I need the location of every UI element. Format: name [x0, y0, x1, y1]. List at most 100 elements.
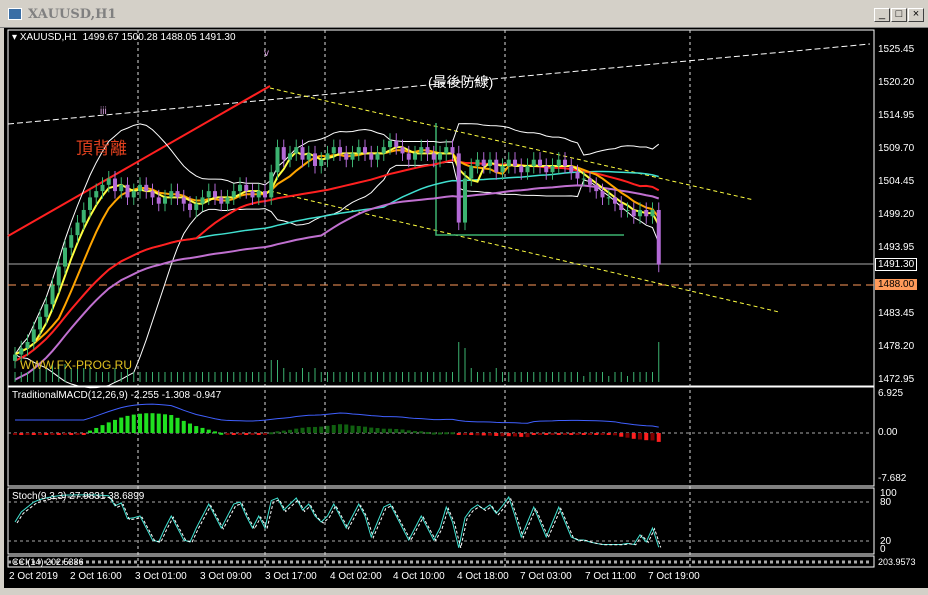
candle-body	[225, 197, 230, 204]
macd-bar	[338, 424, 342, 433]
candle-body	[119, 184, 124, 192]
macd-bar	[19, 433, 24, 435]
candle-body	[56, 266, 61, 286]
candle-body	[513, 159, 517, 166]
macd-axis-top: 6.925	[878, 388, 904, 399]
macd-bar	[56, 433, 61, 435]
candle-body	[88, 197, 92, 210]
candle-body	[19, 348, 24, 355]
macd-bar	[244, 433, 249, 435]
candle-body	[31, 329, 36, 342]
macd-bar	[225, 433, 230, 435]
candle-body	[494, 159, 499, 173]
macd-bar	[169, 415, 174, 433]
candle-body	[550, 165, 555, 173]
candle-body	[175, 191, 180, 198]
macd-bar	[75, 433, 80, 435]
macd-line	[15, 403, 659, 428]
minimize-button[interactable]: _	[874, 8, 890, 22]
cci-label: CCI(14) 202.5336	[12, 557, 84, 567]
macd-bar	[256, 433, 261, 435]
candle-body	[69, 235, 74, 248]
macd-bar	[381, 428, 386, 433]
macd-bar	[619, 433, 624, 437]
candle-body	[569, 165, 574, 173]
macd-bar	[538, 433, 542, 435]
candle-body	[431, 153, 436, 160]
chart-canvas[interactable]	[4, 28, 928, 590]
macd-bar	[150, 413, 155, 433]
maximize-button[interactable]: □	[891, 8, 907, 22]
wave-v-label: v	[264, 48, 269, 59]
cci-axis-value: 203.9573	[878, 557, 916, 567]
macd-bar	[369, 427, 374, 433]
candle-body	[381, 147, 386, 154]
candle-body	[419, 147, 424, 154]
pane-frame	[7, 386, 875, 487]
macd-bar	[319, 426, 324, 433]
candle-body	[588, 178, 592, 185]
candle-body	[138, 184, 142, 192]
candle-body	[531, 159, 536, 166]
candle-body	[525, 165, 530, 173]
macd-bar	[331, 425, 336, 433]
macd-bar	[125, 415, 130, 433]
macd-bar	[144, 413, 149, 433]
time-axis-label: 3 Oct 17:00	[265, 571, 317, 582]
candle-body	[363, 147, 367, 154]
candle-body	[131, 191, 136, 198]
macd-bar	[188, 423, 192, 433]
candle-body	[300, 147, 305, 160]
candle-body	[413, 153, 417, 160]
candle-body	[463, 178, 467, 223]
candle-body	[63, 247, 67, 267]
macd-bar	[156, 413, 161, 433]
macd-bar	[31, 433, 36, 435]
macd-bar	[200, 427, 205, 433]
macd-bar	[481, 433, 486, 436]
candle-body	[25, 341, 30, 349]
candle-body	[194, 203, 199, 210]
price-axis-label: 1493.95	[878, 242, 915, 253]
window-title: XAUUSD,H1	[28, 7, 117, 22]
macd-bar	[544, 433, 549, 435]
candle-body	[44, 304, 49, 317]
macd-bar	[513, 433, 517, 437]
bollinger-lower	[14, 161, 660, 389]
candle-body	[50, 285, 55, 305]
chart-window-icon	[8, 8, 22, 20]
macd-bar	[38, 433, 42, 435]
candle-body	[356, 147, 361, 154]
macd-bar	[400, 429, 405, 433]
candle-body	[375, 153, 380, 160]
candle-body	[200, 197, 205, 204]
price-axis-label: 1509.70	[878, 143, 915, 154]
macd-bar	[531, 433, 536, 436]
candle-body	[475, 159, 480, 166]
candle-body	[656, 209, 661, 265]
macd-bar	[313, 426, 317, 433]
candle-body	[425, 147, 430, 154]
macd-bar	[181, 420, 186, 433]
macd-bar	[63, 433, 67, 435]
time-axis-label: 3 Oct 01:00	[135, 571, 187, 582]
candle-body	[606, 197, 611, 199]
stoch-axis-0: 0	[880, 544, 886, 555]
candle-body	[169, 191, 174, 198]
current-price-label: 1491.30	[875, 258, 918, 271]
macd-bar	[238, 433, 242, 435]
chart-area[interactable]: ▾ XAUUSD,H1 1499.67 1500.28 1488.05 1491…	[4, 28, 928, 590]
macd-bar	[275, 431, 280, 434]
close-button[interactable]: ×	[908, 8, 924, 22]
macd-axis-bottom: -7.682	[878, 473, 907, 484]
macd-bar	[450, 432, 455, 435]
macd-bar	[375, 428, 380, 433]
macd-bar	[488, 433, 492, 436]
candle-body	[269, 172, 274, 198]
candle-body	[388, 140, 392, 148]
macd-bar	[175, 417, 180, 433]
stoch-main-line	[14, 494, 660, 548]
price-axis-label: 1499.20	[878, 209, 915, 220]
price-axis-label: 1478.20	[878, 341, 915, 352]
candle-body	[150, 191, 155, 198]
